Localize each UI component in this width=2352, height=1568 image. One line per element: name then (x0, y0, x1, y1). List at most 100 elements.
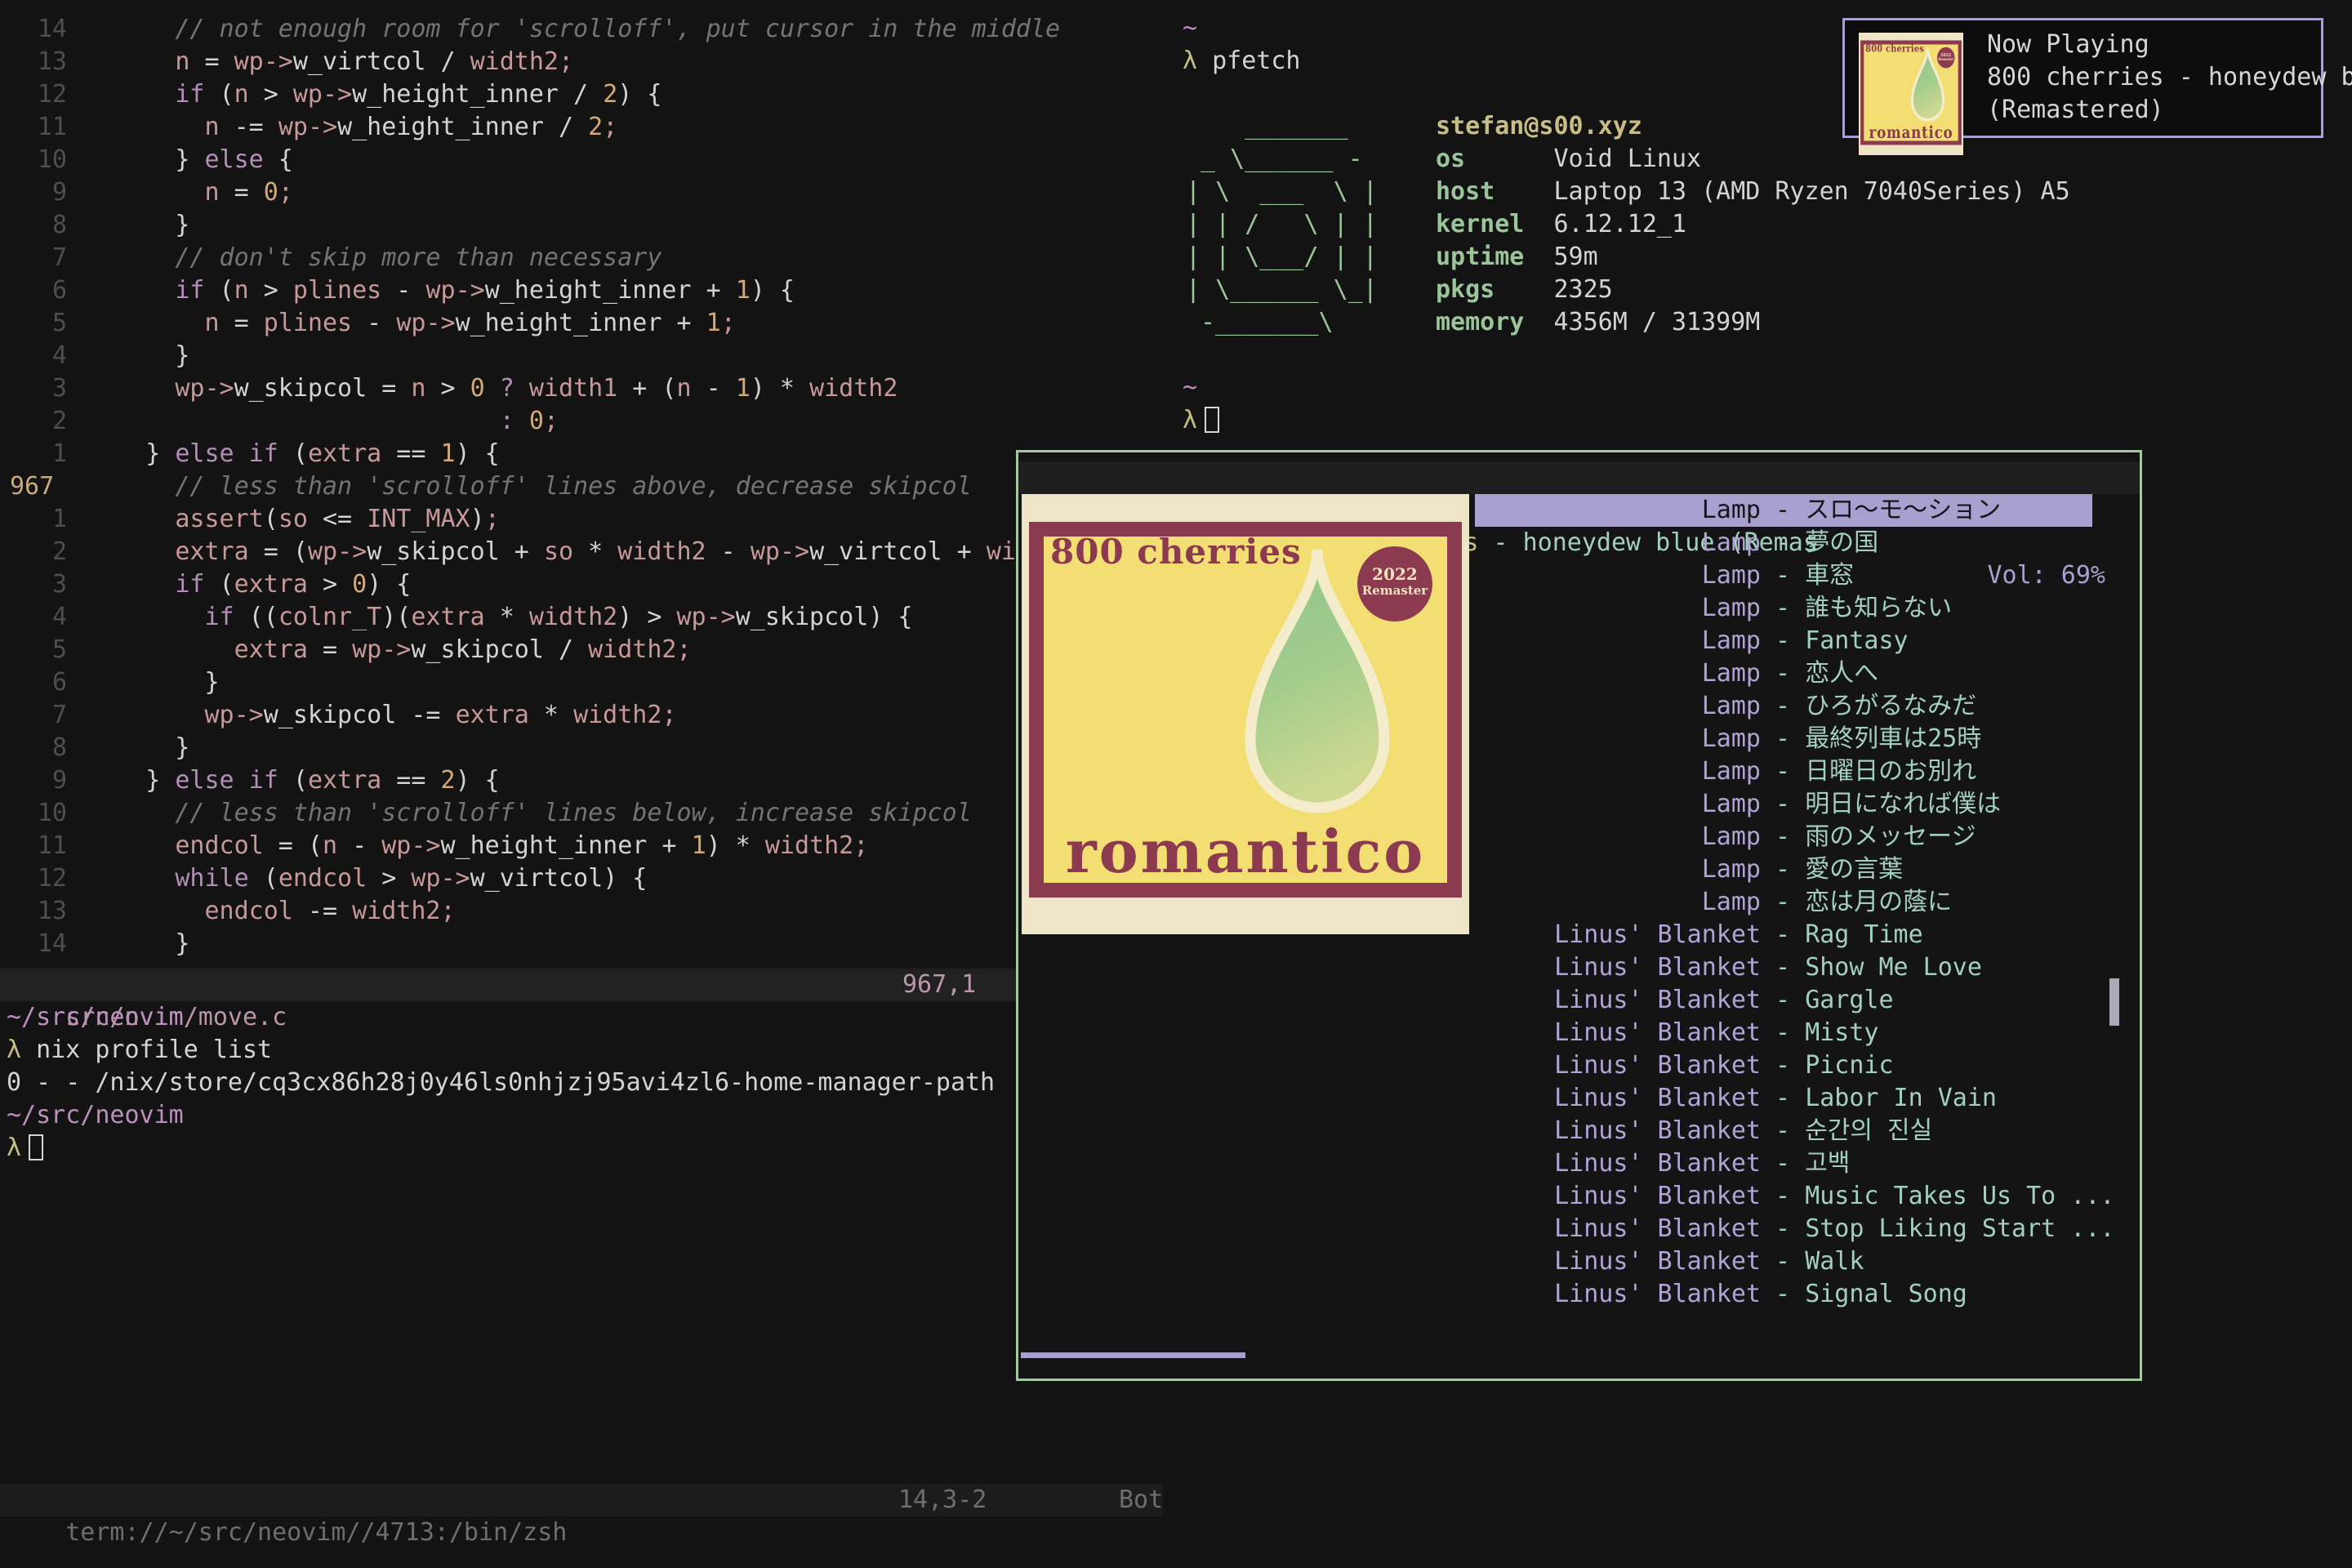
line-number: 5 (0, 634, 87, 666)
notification-text: Now Playing 800 cherries - honeydew blue… (1987, 29, 2352, 127)
playlist-row[interactable]: Lamp - ひろがるなみだ (1475, 690, 2092, 723)
playlist-row[interactable]: Linus' Blanket - Music Takes Us To ... (1475, 1180, 2092, 1213)
terminal-line: ~ (1183, 12, 1301, 45)
code-line: 2 : 0; (0, 405, 1171, 438)
void-linux-ascii-logo: _______ _ \______ - | \ ___ \ | | | / \ … (1186, 110, 1378, 339)
terminal-left[interactable]: ~/src/neovimλ nix profile list0 - - /nix… (7, 1001, 1166, 1165)
terminal-line: ~ (1183, 372, 1219, 404)
terminal-buffer-name: term://~/src/neovim//4713:/bin/zsh (65, 1518, 567, 1547)
player-album-art: 800 cherries 2022 Remas (1022, 494, 1469, 934)
player-header: [Playing] herries - honeydew blue (Remas… (1018, 461, 2140, 494)
pfetch-info-line: host Laptop 13 (AMD Ryzen 7040Series) A5 (1436, 176, 2070, 208)
line-number: 4 (0, 340, 87, 372)
playlist-row[interactable]: Lamp - 車窓 (1475, 559, 2092, 592)
code-line: 4 } (0, 340, 1171, 372)
line-number: 10 (0, 144, 87, 176)
code-line: 10 // less than 'scrolloff' lines below,… (0, 797, 1171, 830)
code-line: 9 } else if (extra == 2) { (0, 764, 1171, 797)
playlist-row[interactable]: Linus' Blanket - 순간의 진실 (1475, 1115, 2092, 1147)
line-number: 8 (0, 209, 87, 242)
album-title-text: romantico (1864, 124, 1958, 140)
playlist-row[interactable]: Lamp - Fantasy (1475, 625, 2092, 657)
code-line: 5 n = plines - wp->w_height_inner + 1; (0, 307, 1171, 340)
code-line: 10 } else { (0, 144, 1171, 176)
code-line: 3 wp->w_skipcol = n > 0 ? width1 + (n - … (0, 372, 1171, 405)
playlist-row[interactable]: Lamp - 日曜日のお別れ (1475, 755, 2092, 788)
code-line: 14 // not enough room for 'scrolloff', p… (0, 13, 1171, 46)
line-number: 6 (0, 274, 87, 307)
code-line: 7 wp->w_skipcol -= extra * width2; (0, 699, 1171, 732)
statusline-active: src/nvim/move.c 967,1 (0, 969, 1163, 1001)
player-playlist: Lamp - スロ〜モ〜ションLamp - 夢の国Lamp - 車窓Lamp -… (1475, 494, 2092, 1311)
line-number: 14 (0, 13, 87, 46)
terminal-cursor (1205, 407, 1219, 433)
playlist-row[interactable]: Linus' Blanket - Stop Liking Start ... (1475, 1213, 2092, 1245)
pfetch-info: stefan@s00.xyz os Void Linuxhost Laptop … (1436, 110, 2070, 339)
terminal-line: λ nix profile list (7, 1034, 1166, 1067)
terminal-right-prompt[interactable]: ~λ (1183, 372, 1219, 437)
notification-track: 800 cherries - honeydew blue (1987, 61, 2352, 94)
line-number: 14 (0, 928, 87, 960)
terminal-line: 0 - - /nix/store/cq3cx86h28j0y46ls0nhjzj… (7, 1067, 1166, 1099)
desktop: 14 // not enough room for 'scrolloff', p… (0, 0, 2352, 1568)
code-line: 12 while (endcol > wp->w_virtcol) { (0, 862, 1171, 895)
code-line: 11 endcol = (n - wp->w_height_inner + 1)… (0, 830, 1171, 862)
code-line: 7 // don't skip more than necessary (0, 242, 1171, 274)
playlist-row[interactable]: Lamp - 愛の言葉 (1475, 853, 2092, 886)
playlist-row[interactable]: Linus' Blanket - Labor In Vain (1475, 1082, 2092, 1115)
playlist-row[interactable]: Lamp - 最終列車は25時 (1475, 723, 2092, 755)
playlist-row[interactable]: Linus' Blanket - Walk (1475, 1245, 2092, 1278)
code-line: 13 n = wp->w_virtcol / width2; (0, 46, 1171, 78)
playlist-row[interactable]: Linus' Blanket - Rag Time (1475, 919, 2092, 951)
terminal-line: ~/src/neovim (7, 1099, 1166, 1132)
playlist-row[interactable]: Lamp - 誰も知らない (1475, 592, 2092, 625)
line-number: 7 (0, 242, 87, 274)
code-line: 1 assert(so <= INT_MAX); (0, 503, 1171, 536)
code-line: 14 } (0, 928, 1171, 960)
statusline-ruler: 967,1 (902, 969, 976, 1001)
playlist-row[interactable]: Lamp - 恋人へ (1475, 657, 2092, 690)
terminal-ruler: 14,3-2 (898, 1484, 987, 1517)
playlist-row[interactable]: Linus' Blanket - Signal Song (1475, 1278, 2092, 1311)
code-line: 8 } (0, 209, 1171, 242)
terminal-line: ~/src/neovim (7, 1001, 1166, 1034)
playlist-row[interactable]: Linus' Blanket - Misty (1475, 1017, 2092, 1049)
playlist-row[interactable]: Linus' Blanket - Show Me Love (1475, 951, 2092, 984)
playlist-row[interactable]: Linus' Blanket - 고백 (1475, 1147, 2092, 1180)
line-number: 967 (0, 470, 87, 503)
pfetch-info-line: memory 4356M / 31399M (1436, 306, 2070, 339)
editor-pane[interactable]: 14 // not enough room for 'scrolloff', p… (0, 13, 1171, 960)
code-line: 13 endcol -= width2; (0, 895, 1171, 928)
player-progress-bar[interactable] (1021, 1352, 1245, 1358)
terminal-line: λ (1183, 404, 1219, 437)
playlist-row[interactable]: Linus' Blanket - Gargle (1475, 984, 2092, 1017)
album-title-text: romantico (1044, 822, 1447, 881)
code-line: 8 } (0, 732, 1171, 764)
statusline-terminal: term://~/src/neovim//4713:/bin/zsh 14,3-… (0, 1484, 1163, 1517)
code-line: 6 } (0, 666, 1171, 699)
line-number: 1 (0, 438, 87, 470)
code-line: 1 } else if (extra == 1) { (0, 438, 1171, 470)
playlist-row[interactable]: Lamp - 恋は月の蔭に (1475, 886, 2092, 919)
playlist-row[interactable]: Lamp - 夢の国 (1475, 527, 2092, 559)
remaster-badge: 2022 Remaster (1937, 47, 1954, 69)
playlist-row[interactable]: Lamp - 明日になれば僕は (1475, 788, 2092, 821)
now-playing-notification[interactable]: 800 cherries 2022 Remas (1842, 18, 2323, 138)
music-player-window[interactable]: [Playing] herries - honeydew blue (Remas… (1016, 450, 2142, 1381)
code-line: 2 extra = (wp->w_skipcol + so * width2 -… (0, 536, 1171, 568)
code-line: 11 n -= wp->w_height_inner / 2; (0, 111, 1171, 144)
playlist-scrollbar-thumb[interactable] (2109, 978, 2119, 1026)
terminal-right[interactable]: ~λ pfetch (1183, 12, 1301, 78)
line-number: 9 (0, 764, 87, 797)
notification-subtitle: (Remastered) (1987, 94, 2352, 127)
line-number: 3 (0, 568, 87, 601)
line-number: 4 (0, 601, 87, 634)
playlist-row[interactable]: Linus' Blanket - Picnic (1475, 1049, 2092, 1082)
code-line: 3 if (extra > 0) { (0, 568, 1171, 601)
line-number: 7 (0, 699, 87, 732)
line-number: 12 (0, 78, 87, 111)
playlist-row[interactable]: Lamp - 雨のメッセージ (1475, 821, 2092, 853)
line-number: 11 (0, 830, 87, 862)
playlist-row-selected[interactable]: Lamp - スロ〜モ〜ション (1475, 494, 2092, 527)
pfetch-info-line: os Void Linux (1436, 143, 2070, 176)
